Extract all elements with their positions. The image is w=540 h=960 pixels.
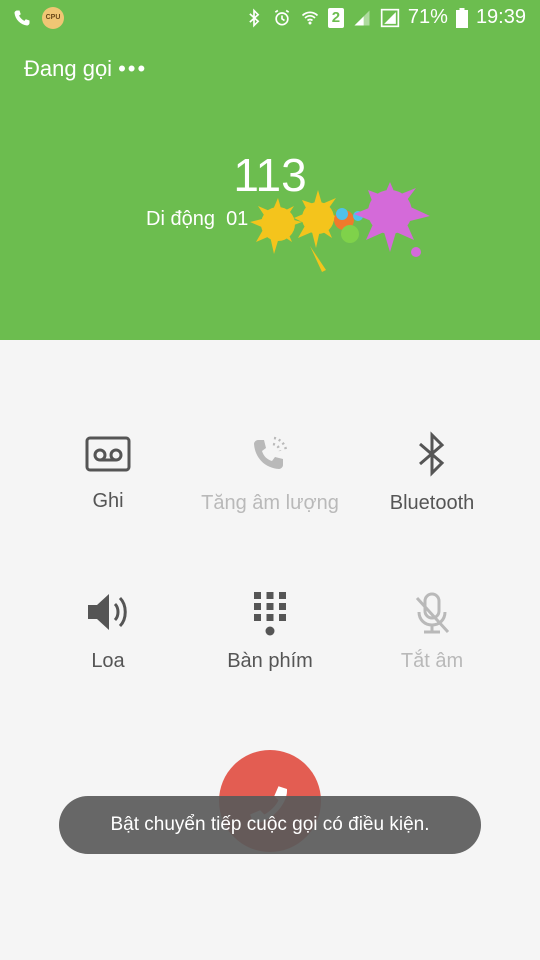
mute-button[interactable]: Tắt âm: [342, 590, 522, 673]
call-status: Đang gọi •••: [24, 56, 147, 82]
bluetooth-button[interactable]: Bluetooth: [342, 430, 522, 515]
status-bar: CPU 2 71% 19:39: [0, 0, 540, 38]
bluetooth-status-icon: [249, 7, 260, 28]
phone-type-label: Di động: [146, 208, 215, 230]
call-status-dots: •••: [118, 56, 148, 81]
wifi-icon: [301, 11, 318, 24]
keypad-label: Bàn phím: [227, 650, 313, 672]
bluetooth-label: Bluetooth: [389, 492, 475, 514]
clock: 19:39: [475, 6, 526, 28]
keypad-button[interactable]: Bàn phím: [180, 590, 360, 673]
battery-percent: 71%: [407, 6, 448, 28]
speaker-label: Loa: [91, 650, 125, 672]
speaker-icon: [88, 594, 127, 630]
call-header: CPU 2 71% 19:39 Đang gọi ••• 113 Di động …: [0, 0, 540, 340]
alarm-icon: [274, 9, 290, 26]
record-label: Ghi: [92, 490, 124, 512]
bluetooth-icon: [419, 431, 445, 477]
volume-boost-button[interactable]: Tăng âm lượng: [180, 430, 360, 515]
signal-icon-2: [380, 8, 400, 27]
cpu-app-icon: CPU: [42, 7, 64, 29]
signal-icon: [354, 10, 370, 25]
volume-boost-label: Tăng âm lượng: [201, 492, 339, 514]
toast-message: Bật chuyển tiếp cuộc gọi có điều kiện.: [59, 796, 481, 854]
paint-splatter-overlay: [250, 182, 430, 272]
volume-boost-call-icon: [254, 436, 288, 469]
battery-icon: [455, 7, 468, 28]
mute-label: Tắt âm: [400, 650, 464, 672]
sim-badge: 2: [327, 7, 344, 28]
call-subtitle: Di động 01: [146, 208, 248, 231]
phone-status-icon: [14, 10, 30, 26]
mic-off-icon: [415, 592, 450, 634]
record-button[interactable]: Ghi: [18, 436, 198, 513]
record-icon: [85, 436, 131, 472]
dialpad-icon: [254, 592, 286, 636]
call-status-text: Đang gọi: [24, 56, 113, 81]
speaker-button[interactable]: Loa: [18, 590, 198, 673]
